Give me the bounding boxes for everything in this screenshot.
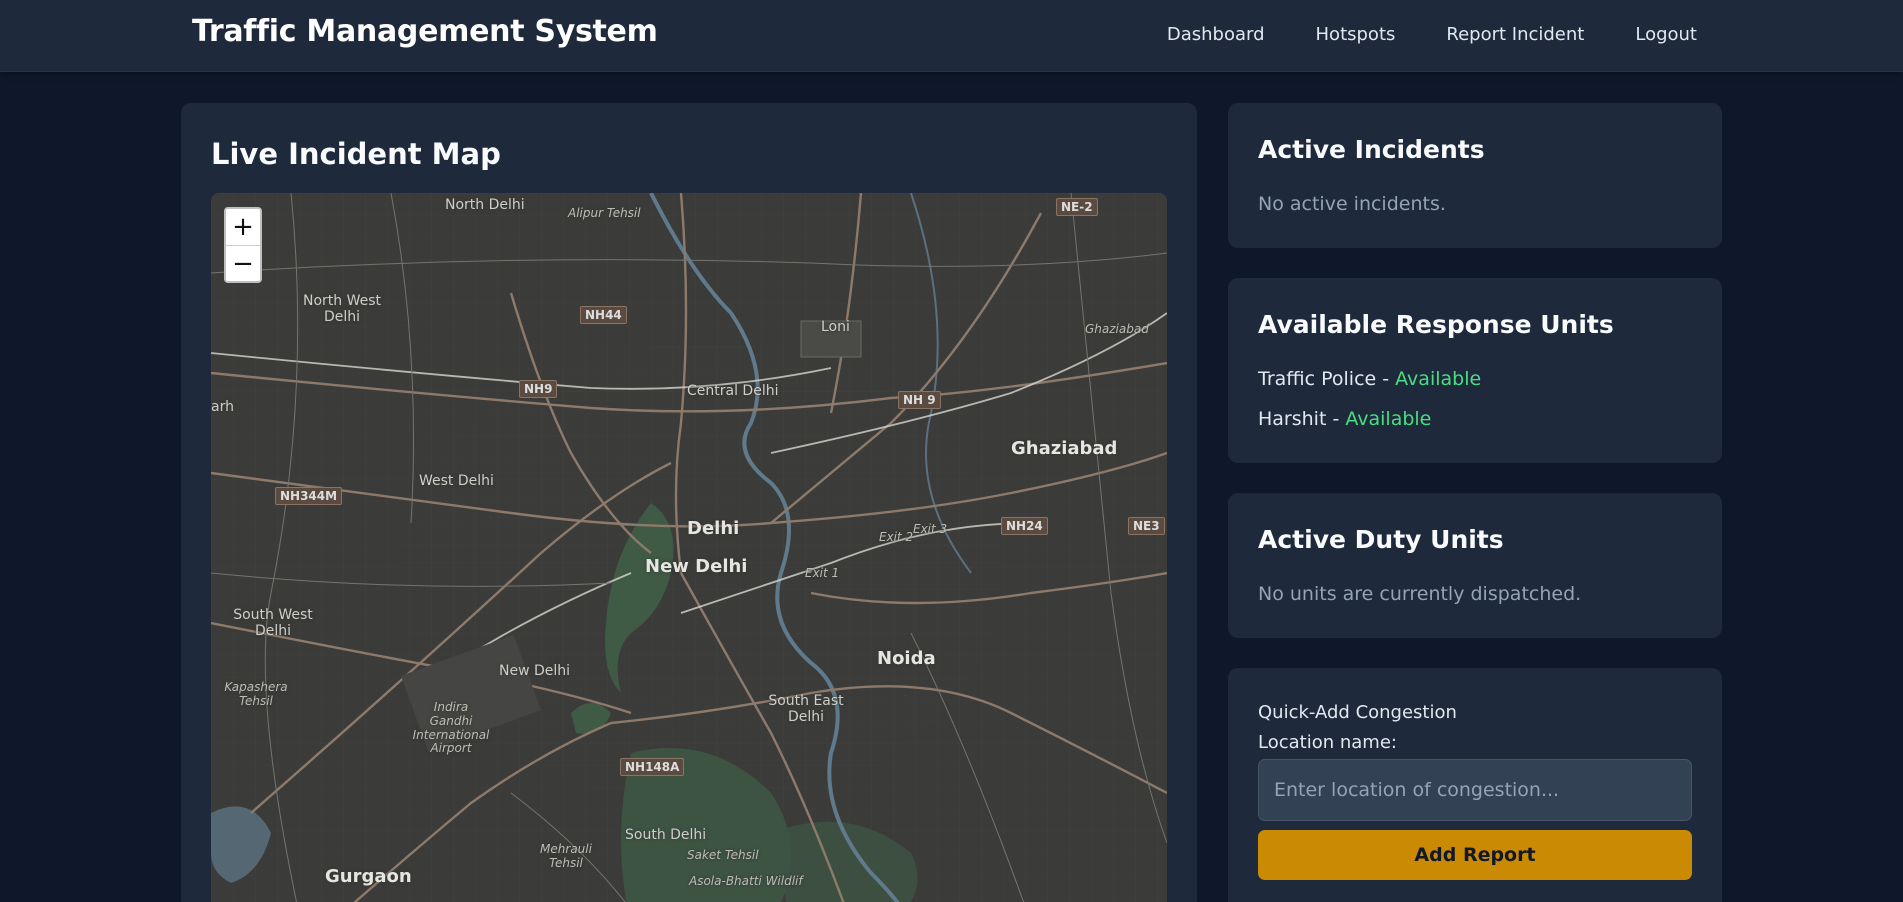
map-label-exit-2: Exit 2	[879, 530, 914, 544]
zoom-in-button[interactable]: +	[226, 209, 260, 245]
nav-dashboard[interactable]: Dashboard	[1167, 24, 1265, 45]
unit-separator: -	[1326, 408, 1346, 430]
map-zoom-control: + −	[224, 207, 262, 283]
active-incidents-empty: No active incidents.	[1258, 193, 1446, 215]
map-label-west-delhi: West Delhi	[419, 473, 494, 489]
unit-status: Available	[1395, 368, 1482, 390]
map-label-igi-airport: Indira Gandhi International Airport	[412, 700, 490, 756]
map-label-north-west-delhi: North West Delhi	[302, 293, 382, 326]
unit-status: Available	[1345, 408, 1432, 430]
map-label-mehrauli: Mehrauli Tehsil	[540, 842, 592, 870]
map-shield-ne3: NE3	[1128, 517, 1165, 535]
quick-add-card: Quick-Add Congestion Location name: Add …	[1228, 668, 1722, 902]
incident-map[interactable]: + − North Delhi Alipur Tehsil North West…	[211, 193, 1167, 902]
map-label-south-west-delhi: South West Delhi	[233, 607, 313, 640]
add-report-button[interactable]: Add Report	[1258, 830, 1692, 880]
map-label-south-east-delhi: South East Delhi	[768, 693, 844, 726]
duty-units-title: Active Duty Units	[1258, 525, 1504, 554]
response-units-title: Available Response Units	[1258, 310, 1614, 339]
map-label-gurgaon: Gurgaon	[325, 866, 412, 887]
quick-add-title: Quick-Add Congestion	[1258, 702, 1457, 723]
map-label-ghaziabad: Ghaziabad	[1011, 438, 1118, 459]
map-label-edge-town: arh	[211, 399, 234, 415]
map-shield-nh9-east: NH 9	[898, 391, 941, 409]
map-shield-nh44: NH44	[580, 306, 627, 324]
map-label-central-delhi: Central Delhi	[687, 383, 779, 399]
nav-hotspots[interactable]: Hotspots	[1316, 24, 1396, 45]
location-input[interactable]	[1258, 759, 1692, 821]
map-label-new-delhi-district: New Delhi	[499, 663, 571, 679]
map-label-ghaziabad-tehsil: Ghaziabad	[1085, 322, 1149, 336]
response-units-card: Available Response Units Traffic Police …	[1228, 278, 1722, 463]
incident-map-card: Live Incident Map + − North Delhi Alipur…	[181, 103, 1197, 902]
map-shield-nh148a: NH148A	[620, 758, 685, 776]
nav-report-incident[interactable]: Report Incident	[1446, 24, 1584, 45]
duty-units-card: Active Duty Units No units are currently…	[1228, 493, 1722, 638]
unit-name: Harshit	[1258, 408, 1327, 430]
map-shield-ne2: NE-2	[1056, 198, 1098, 216]
map-label-alipur: Alipur Tehsil	[568, 206, 641, 220]
map-label-south-delhi: South Delhi	[625, 827, 707, 843]
app-brand[interactable]: Traffic Management System	[192, 14, 658, 49]
map-label-noida: Noida	[877, 648, 936, 669]
map-label-north-delhi: North Delhi	[445, 197, 525, 213]
main-nav: Dashboard Hotspots Report Incident Logou…	[1167, 24, 1697, 45]
zoom-out-button[interactable]: −	[226, 245, 260, 281]
unit-row: Traffic Police - Available	[1258, 368, 1481, 390]
map-shield-nh9: NH9	[519, 380, 558, 398]
map-shield-nh344m: NH344M	[275, 487, 343, 505]
duty-units-empty: No units are currently dispatched.	[1258, 583, 1582, 605]
unit-row: Harshit - Available	[1258, 408, 1431, 430]
active-incidents-title: Active Incidents	[1258, 135, 1485, 164]
map-label-new-delhi: New Delhi	[645, 556, 748, 577]
map-label-delhi: Delhi	[687, 518, 740, 539]
map-label-asola: Asola-Bhatti Wildlif	[689, 874, 803, 888]
unit-name: Traffic Police	[1258, 368, 1377, 390]
map-shield-nh24: NH24	[1001, 517, 1048, 535]
active-incidents-card: Active Incidents No active incidents.	[1228, 103, 1722, 248]
unit-separator: -	[1376, 368, 1396, 390]
nav-logout[interactable]: Logout	[1635, 24, 1697, 45]
map-label-saket: Saket Tehsil	[687, 848, 759, 862]
map-label-exit-3: Exit 3	[913, 522, 948, 536]
map-label-kapashera: Kapashera Tehsil	[224, 680, 288, 708]
top-navbar: Traffic Management System Dashboard Hots…	[0, 0, 1903, 72]
map-label-loni: Loni	[821, 319, 850, 335]
map-label-exit-1: Exit 1	[805, 566, 840, 580]
map-title: Live Incident Map	[211, 137, 501, 171]
location-name-label: Location name:	[1258, 732, 1397, 753]
